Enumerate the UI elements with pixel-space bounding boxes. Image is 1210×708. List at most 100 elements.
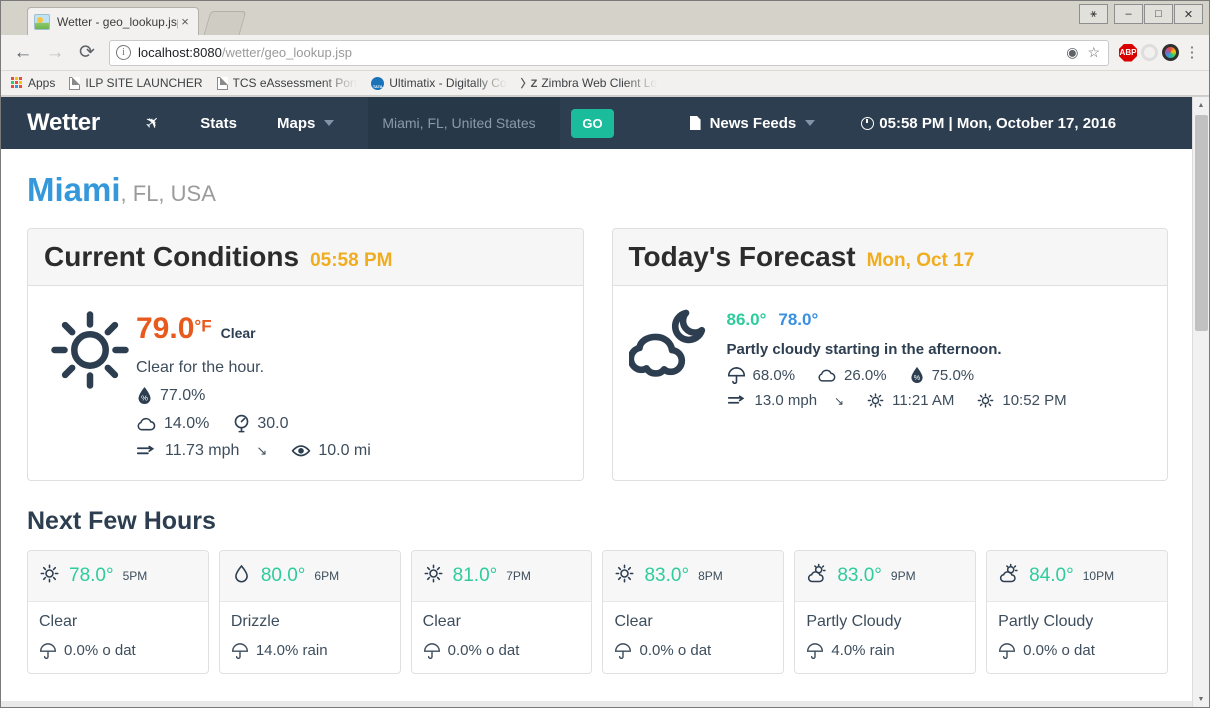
adblock-plus-extension-icon[interactable]: ABP (1119, 44, 1137, 62)
precipitation-metric: 68.0% (727, 367, 796, 384)
forecast-low: 78.0° (778, 310, 818, 330)
sun-icon (423, 563, 444, 589)
bookmark-star-icon[interactable]: ☆ (1087, 44, 1100, 61)
hourly-temperature: 84.0° (1029, 565, 1074, 587)
hourly-precip-value: 0.0% o dat (639, 642, 711, 659)
hourly-time: 9PM (891, 569, 916, 583)
scroll-down-icon[interactable]: ▼ (1193, 691, 1209, 707)
bookmark-label: ILP SITE LAUNCHER (85, 76, 202, 90)
brand-logo[interactable]: Wetter (27, 109, 100, 137)
precipitation-value: 68.0% (753, 367, 796, 384)
bookmark-ilp-site-launcher[interactable]: ILP SITE LAUNCHER (69, 76, 202, 90)
nav-label: Maps (277, 115, 315, 132)
cloud-cover-value: 14.0% (164, 415, 209, 433)
bookmarks-bar: Apps ILP SITE LAUNCHER TCS eAssessment P… (1, 71, 1209, 96)
hourly-temperature: 78.0° (69, 565, 114, 587)
hourly-card[interactable]: 84.0° 10PM Partly Cloudy 0.0% o dat (986, 550, 1168, 674)
page-content: Wetter ✈ Stats Maps GO News Feeds (1, 97, 1194, 674)
close-window-icon[interactable]: ✕ (1174, 4, 1203, 24)
hourly-card[interactable]: 83.0° 8PM Clear 0.0% o dat (602, 550, 784, 674)
ring-extension-icon[interactable] (1141, 44, 1158, 61)
bookmark-ultimatix[interactable]: TATA Ultimatix - Digitally Co (371, 76, 506, 90)
nav-item-stats[interactable]: Stats (200, 115, 237, 132)
sun-icon (614, 563, 635, 589)
hourly-card[interactable]: 78.0° 5PM Clear 0.0% o dat (27, 550, 209, 674)
clock-display: 05:58 PM | Mon, October 17, 2016 (861, 115, 1116, 132)
drizzle-icon (231, 563, 252, 589)
window-controls: ⚹ – □ ✕ (1079, 4, 1203, 24)
panel-body: 86.0° 78.0° Partly cloudy starting in th… (613, 286, 1168, 478)
cloud-pressure-row: 14.0% 30.0 (136, 414, 371, 433)
hourly-temperature: 83.0° (837, 565, 882, 587)
hourly-card[interactable]: 81.0° 7PM Clear 0.0% o dat (411, 550, 593, 674)
go-button[interactable]: GO (571, 109, 613, 138)
current-conditions-details: 79.0°F Clear Clear for the hour. % (136, 304, 371, 460)
svg-text:%: % (141, 394, 148, 403)
save-page-icon[interactable]: ◉ (1066, 44, 1078, 61)
hourly-precip: 0.0% o dat (423, 642, 581, 659)
cloud-icon (817, 368, 837, 383)
cloud-cover-metric: 26.0% (817, 367, 887, 384)
hourly-card[interactable]: 83.0° 9PM Partly Cloudy 4.0% rain (794, 550, 976, 674)
wind-direction-icon: ↘ (834, 394, 844, 408)
forecast-summary: Partly cloudy starting in the afternoon. (727, 341, 1067, 358)
browser-tab[interactable]: Wetter - geo_lookup.jsp × (27, 7, 199, 35)
panel-header: Current Conditions 05:58 PM (28, 229, 583, 286)
visibility-value: 10.0 mi (318, 442, 370, 460)
forward-icon[interactable]: → (41, 39, 69, 67)
locate-me-icon[interactable]: ✈ (141, 111, 165, 135)
image-favicon (34, 14, 50, 30)
panel-title: Today's Forecast (629, 241, 856, 273)
address-bar[interactable]: i localhost:8080/wetter/geo_lookup.jsp ◉… (109, 40, 1109, 66)
bookmark-apps[interactable]: Apps (11, 76, 55, 90)
nav-item-maps[interactable]: Maps (277, 115, 334, 132)
hourly-time: 6PM (314, 569, 339, 583)
minimize-icon[interactable]: – (1114, 4, 1143, 24)
pressure-metric: 30.0 (233, 414, 288, 433)
partly-cloudy-icon (998, 563, 1020, 589)
profile-icon[interactable]: ⚹ (1079, 4, 1108, 24)
hourly-card-header: 83.0° 8PM (603, 551, 783, 602)
hourly-condition: Clear (423, 613, 581, 631)
vertical-scrollbar[interactable]: ▲ ▼ (1192, 97, 1209, 707)
umbrella-icon (231, 643, 249, 659)
bookmark-tcs-eassessment[interactable]: TCS eAssessment Port (217, 76, 358, 90)
new-tab-button[interactable] (204, 11, 247, 35)
page-icon (217, 77, 228, 90)
nav-item-news-feeds[interactable]: News Feeds (690, 115, 816, 132)
hourly-precip: 0.0% o dat (614, 642, 772, 659)
hourly-precip-value: 0.0% o dat (1023, 642, 1095, 659)
humidity-metric: % 77.0% (136, 386, 205, 405)
site-info-icon[interactable]: i (116, 45, 131, 60)
back-icon[interactable]: ← (9, 39, 37, 67)
hourly-temperature: 80.0° (261, 565, 306, 587)
scrollbar-thumb[interactable] (1195, 115, 1208, 331)
todays-forecast-panel: Today's Forecast Mon, Oct 17 86. (612, 228, 1169, 481)
pressure-gauge-icon (233, 414, 250, 433)
umbrella-icon (998, 643, 1016, 659)
location-search-input[interactable] (368, 97, 560, 149)
maximize-icon[interactable]: □ (1144, 4, 1173, 24)
eye-icon (291, 444, 311, 458)
hourly-time: 7PM (506, 569, 531, 583)
horizontal-scrollbar[interactable] (1, 701, 1194, 707)
page-icon (69, 77, 80, 90)
hourly-precip: 4.0% rain (806, 642, 964, 659)
reload-icon[interactable]: ⟳ (73, 39, 101, 67)
hourly-precip: 0.0% o dat (39, 642, 197, 659)
bookmark-zimbra[interactable]: 〉Z Zimbra Web Client Lo (521, 75, 658, 91)
current-temperature: 79.0°F (136, 312, 212, 346)
scroll-up-icon[interactable]: ▲ (1193, 97, 1209, 114)
forecast-details: 86.0° 78.0° Partly cloudy starting in th… (721, 304, 1067, 409)
close-tab-icon[interactable]: × (178, 14, 192, 29)
hourly-card[interactable]: 80.0° 6PM Drizzle 14.0% rain (219, 550, 401, 674)
umbrella-icon (806, 643, 824, 659)
hourly-temperature: 83.0° (644, 565, 689, 587)
zimbra-icon: 〉Z (521, 75, 537, 91)
wind-icon (136, 444, 158, 458)
umbrella-icon (614, 643, 632, 659)
omnibox-actions: ◉ ☆ (1066, 44, 1102, 61)
nav-label: Stats (200, 115, 237, 132)
color-extension-icon[interactable] (1162, 44, 1179, 61)
browser-menu-icon[interactable]: ⋮ (1183, 48, 1201, 57)
